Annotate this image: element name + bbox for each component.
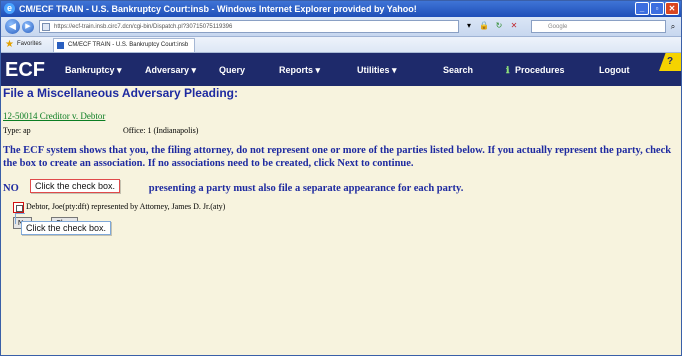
association-notice: The ECF system shows that you, the filin… bbox=[3, 145, 672, 169]
search-input[interactable]: Google bbox=[531, 20, 666, 33]
tooltip-callout: Click the check box. bbox=[30, 179, 121, 193]
menu-search[interactable]: Search bbox=[443, 64, 473, 76]
menu-bankruptcy[interactable]: Bankruptcy ▾ bbox=[65, 64, 122, 76]
window-controls: _ ▫ ✕ bbox=[634, 2, 679, 16]
window-title: CM/ECF TRAIN - U.S. Bankruptcy Court:ins… bbox=[19, 4, 417, 14]
back-icon[interactable]: ◀ bbox=[5, 19, 20, 34]
case-type: Type: ap bbox=[3, 126, 31, 135]
party-label: Debtor, Joe(pty:dft) represented by Atto… bbox=[26, 202, 226, 211]
tab-icon bbox=[57, 42, 64, 49]
favorites-label[interactable]: Favorites bbox=[17, 37, 42, 52]
party-checkbox[interactable] bbox=[13, 202, 24, 213]
case-office: Office: 1 (Indianapolis) bbox=[123, 126, 199, 135]
url-text: https://ecf-train.insb.circ7.dcn/cgi-bin… bbox=[54, 24, 233, 30]
browser-tab[interactable]: CM/ECF TRAIN - U.S. Bankruptcy Court:ins… bbox=[53, 38, 196, 52]
notice-rest: presenting a party must also file a sepa… bbox=[148, 183, 464, 194]
dropdown-icon[interactable]: ▾ bbox=[463, 20, 475, 32]
close-icon[interactable]: ✕ bbox=[665, 2, 679, 15]
help-icon[interactable]: ? bbox=[659, 53, 681, 71]
case-link[interactable]: 12-50014 Creditor v. Debtor bbox=[3, 111, 105, 121]
star-icon[interactable]: ★ bbox=[5, 39, 14, 50]
menu-procedures[interactable]: Procedures bbox=[515, 64, 565, 76]
stop-icon[interactable]: ✕ bbox=[508, 20, 520, 32]
refresh-icon[interactable]: ↻ bbox=[493, 20, 505, 32]
favorites-bar: ★ Favorites CM/ECF TRAIN - U.S. Bankrupt… bbox=[1, 37, 681, 53]
menu-utilities[interactable]: Utilities ▾ bbox=[357, 64, 397, 76]
url-field[interactable]: https://ecf-train.insb.circ7.dcn/cgi-bin… bbox=[39, 20, 459, 33]
page-icon bbox=[42, 23, 50, 31]
title-bar: e CM/ECF TRAIN - U.S. Bankruptcy Court:i… bbox=[1, 1, 681, 17]
browser-window: e CM/ECF TRAIN - U.S. Bankruptcy Court:i… bbox=[0, 0, 682, 356]
minimize-icon[interactable]: _ bbox=[635, 2, 649, 15]
menu-adversary[interactable]: Adversary ▾ bbox=[145, 64, 196, 76]
menu-reports[interactable]: Reports ▾ bbox=[279, 64, 320, 76]
forward-icon[interactable]: ▶ bbox=[22, 21, 34, 33]
restore-icon[interactable]: ▫ bbox=[650, 2, 664, 15]
ecf-menubar: ECF Bankruptcy ▾ Adversary ▾ Query Repor… bbox=[1, 53, 681, 86]
lock-icon[interactable]: 🔒 bbox=[478, 20, 490, 32]
tab-title: CM/ECF TRAIN - U.S. Bankruptcy Court:ins… bbox=[68, 42, 189, 48]
menu-logout[interactable]: Logout bbox=[599, 64, 630, 76]
tooltip-callout-secondary: Click the check box. bbox=[21, 221, 112, 235]
address-bar: ◀ ▶ https://ecf-train.insb.circ7.dcn/cgi… bbox=[1, 17, 681, 37]
ecf-logo: ECF bbox=[5, 59, 45, 81]
notice-prefix: NO bbox=[3, 183, 19, 194]
search-icon[interactable]: ⌕ bbox=[667, 20, 679, 33]
checkbox-box bbox=[16, 205, 23, 212]
info-icon: ℹ bbox=[506, 65, 510, 75]
menu-query[interactable]: Query bbox=[219, 64, 245, 76]
search-placeholder: Google bbox=[548, 24, 568, 30]
page-title: File a Miscellaneous Adversary Pleading: bbox=[3, 86, 238, 100]
ie-icon: e bbox=[4, 3, 15, 14]
address-icons: ▾ 🔒 ↻ ✕ bbox=[463, 20, 523, 33]
